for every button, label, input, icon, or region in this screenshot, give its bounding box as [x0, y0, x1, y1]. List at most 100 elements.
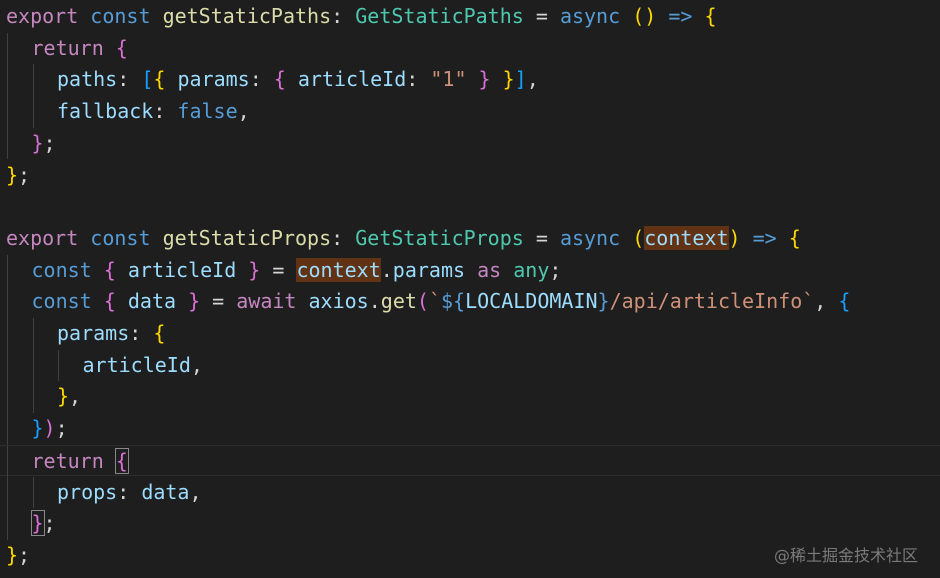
code-token: =: [200, 289, 237, 314]
code-token: async: [559, 225, 621, 250]
code-token: [: [141, 67, 154, 92]
code-text: const { data } = await axios.get(`${LOCA…: [32, 286, 851, 318]
indent-guide: [7, 508, 8, 540]
code-line[interactable]: return {: [0, 32, 940, 65]
code-token: return: [31, 35, 104, 60]
code-token: params: [57, 321, 130, 345]
code-line[interactable]: });: [0, 413, 940, 445]
code-token: ,: [814, 289, 839, 314]
code-token: }: [6, 162, 19, 187]
code-token: data: [141, 479, 190, 504]
code-token: data: [127, 289, 177, 314]
code-line[interactable]: },: [0, 381, 940, 414]
indent-guide: [7, 127, 8, 160]
code-line[interactable]: export const getStaticPaths: GetStaticPa…: [0, 1, 940, 33]
code-token: articleId: [82, 352, 191, 377]
code-token: await: [236, 289, 297, 314]
code-line[interactable]: articleId,: [0, 349, 940, 382]
code-token: }: [597, 289, 610, 314]
code-token: getStaticPaths: [162, 4, 332, 28]
code-line[interactable]: paths: [{ params: { articleId: "1" } }],: [0, 64, 940, 97]
code-token: }: [6, 542, 19, 567]
indent-guide: [7, 286, 8, 318]
code-token: }: [188, 289, 201, 314]
code-token: }: [502, 67, 515, 92]
code-line[interactable]: };: [0, 127, 940, 160]
code-line[interactable]: fallback: false,: [0, 96, 940, 128]
code-text: },: [57, 381, 81, 413]
code-token: params: [177, 67, 250, 92]
code-token: props: [57, 479, 118, 504]
code-token: fallback: [57, 99, 154, 124]
indent-guide: [7, 476, 8, 509]
code-token: :: [129, 321, 154, 345]
code-text: };: [30, 508, 56, 540]
code-token: `: [428, 289, 441, 314]
code-token: {: [153, 321, 166, 345]
code-token: GetStaticProps: [355, 225, 524, 250]
indent-guide: [7, 349, 8, 382]
code-token: }: [478, 67, 491, 92]
code-text: };: [6, 540, 30, 572]
code-token: as: [477, 257, 502, 282]
code-token: axios: [308, 289, 369, 314]
code-token: false: [177, 99, 238, 124]
code-token: .: [368, 289, 381, 314]
code-token: }: [248, 257, 261, 282]
code-token: ): [43, 416, 56, 441]
code-token: "1": [430, 67, 467, 92]
code-line[interactable]: };: [0, 508, 940, 540]
code-token: return: [31, 448, 104, 473]
code-token: :: [117, 67, 142, 92]
code-line[interactable]: params: {: [0, 318, 940, 350]
code-token: context: [644, 225, 729, 250]
code-token: ,: [237, 99, 250, 124]
code-token: :: [331, 4, 356, 28]
code-line[interactable]: const { data } = await axios.get(`${LOCA…: [0, 286, 940, 318]
code-token: {: [114, 447, 129, 474]
code-token: get: [380, 289, 417, 314]
code-token: params: [392, 257, 466, 282]
code-token: {: [273, 67, 286, 92]
code-line[interactable]: return {: [0, 444, 940, 478]
code-token: :: [331, 225, 356, 250]
code-token: :: [153, 99, 178, 124]
code-line[interactable]: };: [0, 160, 940, 192]
code-token: const: [31, 289, 92, 314]
code-token: ,: [190, 352, 203, 377]
code-token: =: [523, 225, 560, 250]
code-token: :: [406, 67, 431, 92]
code-line[interactable]: [0, 191, 940, 223]
indent-guide: [7, 413, 8, 445]
code-token: :: [249, 67, 274, 92]
code-token: {: [103, 257, 116, 282]
code-token: ;: [43, 130, 56, 155]
code-token: ): [728, 225, 741, 250]
indent-guide: [32, 318, 34, 350]
code-line[interactable]: const { articleId } = context.params as …: [0, 254, 940, 287]
code-token: }: [30, 510, 45, 537]
code-text: fallback: false,: [57, 96, 250, 128]
code-text: export const getStaticPaths: GetStaticPa…: [6, 1, 717, 33]
code-token: const: [31, 257, 92, 282]
code-line[interactable]: props: data,: [0, 476, 940, 509]
indent-guide: [32, 96, 34, 128]
code-token: ;: [55, 416, 68, 441]
indent-guide: [7, 32, 8, 65]
code-token: getStaticProps: [162, 225, 332, 250]
code-editor[interactable]: export const getStaticPaths: GetStaticPa…: [0, 0, 940, 578]
indent-guide: [32, 476, 34, 509]
code-token: articleId: [297, 67, 407, 92]
code-line[interactable]: export const getStaticProps: GetStaticPr…: [0, 223, 940, 255]
